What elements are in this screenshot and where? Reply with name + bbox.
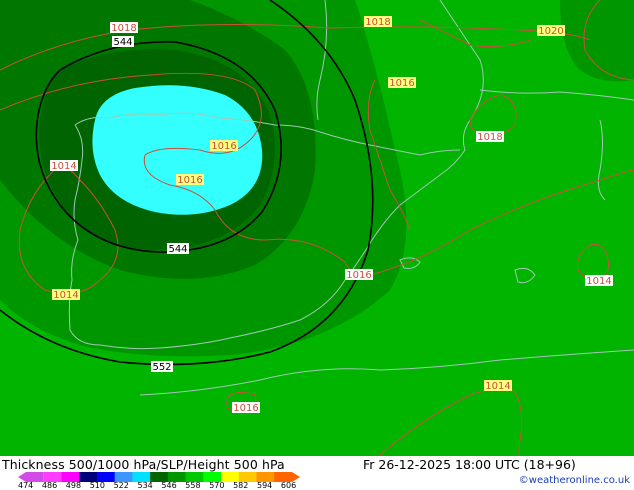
scale-tick-label: 594 bbox=[257, 481, 273, 490]
valid-time: Fr 26-12-2025 18:00 UTC (18+96) bbox=[363, 457, 576, 472]
slp-label: 1014 bbox=[53, 290, 78, 301]
map-title: Thickness 500/1000 hPa/SLP/Height 500 hP… bbox=[2, 457, 285, 472]
slp-label: 1016 bbox=[346, 270, 371, 281]
label-thk-544-bottom: 544 bbox=[167, 243, 189, 255]
label-text: 552 bbox=[152, 362, 171, 373]
slp-label: 1016 bbox=[233, 403, 258, 414]
map-canvas: 544 544 552 1018 1018 1020 1016 1018 101… bbox=[0, 0, 634, 456]
footer: Thickness 500/1000 hPa/SLP/Height 500 hP… bbox=[0, 456, 634, 490]
scale-tick-label: 498 bbox=[65, 481, 82, 490]
label-text: 544 bbox=[113, 37, 132, 48]
scale-tick-label: 570 bbox=[209, 481, 225, 490]
thickness-map: 544 544 552 1018 1018 1020 1016 1018 101… bbox=[0, 0, 634, 456]
slp-label: 1018 bbox=[477, 132, 502, 143]
slp-label: 1016 bbox=[211, 141, 236, 152]
scale-tick-label: 510 bbox=[89, 481, 105, 490]
slp-label: 1014 bbox=[485, 381, 510, 392]
scale-tick-label: 558 bbox=[185, 481, 201, 490]
credit-link[interactable]: ©weatheronline.co.uk bbox=[519, 475, 630, 486]
label-thk-552: 552 bbox=[151, 361, 173, 373]
slp-label: 1016 bbox=[177, 175, 202, 186]
slp-label: 1014 bbox=[51, 161, 76, 172]
label-text: 544 bbox=[168, 244, 187, 255]
scale-tick-label: 582 bbox=[233, 481, 249, 490]
scale-tick-label: 474 bbox=[18, 481, 34, 490]
slp-label: 1018 bbox=[111, 23, 136, 34]
scale-tick-label: 546 bbox=[161, 481, 177, 490]
slp-label: 1018 bbox=[365, 17, 390, 28]
scale-tick-label: 606 bbox=[280, 481, 297, 490]
label-thk-544-top: 544 bbox=[112, 36, 134, 48]
slp-label: 1020 bbox=[538, 26, 563, 37]
slp-label: 1014 bbox=[586, 276, 611, 287]
scale-tick-label: 486 bbox=[41, 481, 58, 490]
scale-tick-label: 534 bbox=[137, 481, 153, 490]
slp-label: 1016 bbox=[389, 78, 414, 89]
scale-tick-label: 522 bbox=[113, 481, 129, 490]
scale-ticks: 474 486 498 510 522 534 546 558 570 582 594 606 bbox=[18, 481, 318, 490]
